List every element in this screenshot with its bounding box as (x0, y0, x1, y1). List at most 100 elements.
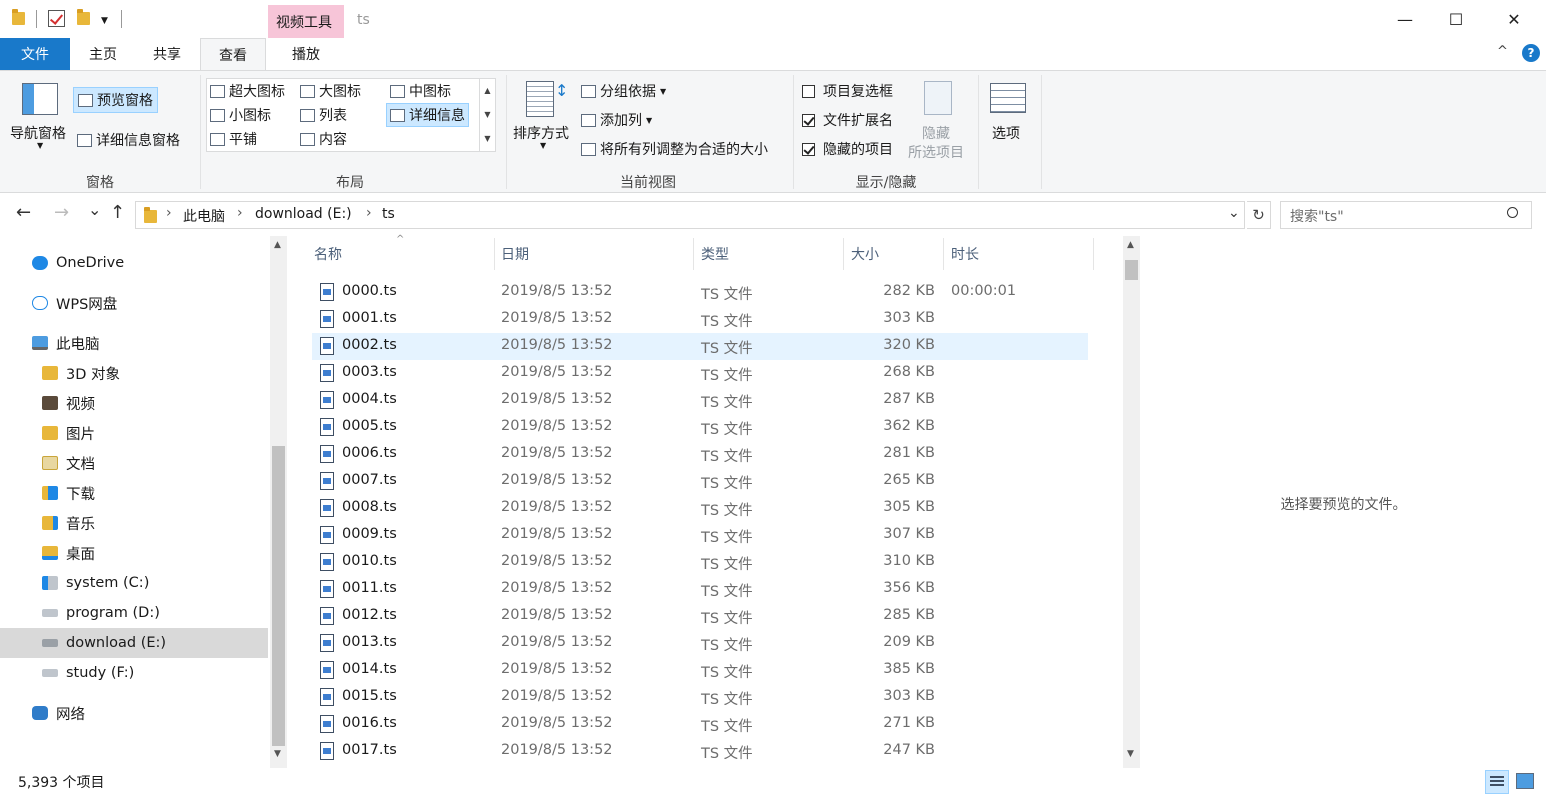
item-checkboxes-checkbox[interactable] (802, 84, 815, 98)
sidebar-scroll-thumb[interactable] (272, 446, 285, 746)
sidebar-item-network[interactable]: 网络 (32, 698, 85, 728)
column-separator[interactable] (1093, 238, 1094, 270)
column-separator[interactable] (494, 238, 495, 270)
sidebar-item-downloads[interactable]: 下载 (42, 478, 95, 508)
breadcrumb-ts[interactable]: ts (382, 206, 395, 222)
file-extensions-toggle[interactable]: 文件扩展名 (802, 110, 893, 130)
properties-icon[interactable] (48, 10, 65, 27)
forward-button[interactable]: → (54, 202, 69, 223)
hidden-items-checkbox[interactable] (802, 142, 815, 156)
sidebar-item-program-d[interactable]: program (D:) (42, 598, 160, 628)
scroll-up-icon[interactable]: ▲ (274, 240, 281, 250)
item-checkboxes-toggle[interactable]: 项目复选框 (802, 81, 893, 101)
up-button[interactable]: ↑ (110, 202, 125, 223)
address-dropdown-icon[interactable]: ⌄ (1228, 205, 1240, 221)
breadcrumb-this-pc[interactable]: 此电脑 (183, 206, 225, 226)
sidebar-item-download-e[interactable]: download (E:) (0, 628, 268, 658)
details-option[interactable]: 详细信息 (386, 103, 469, 127)
column-separator[interactable] (693, 238, 694, 270)
search-box[interactable]: 搜索"ts" (1280, 201, 1532, 229)
large-icons-option[interactable]: 大图标 (300, 81, 361, 101)
close-button[interactable]: ✕ (1489, 0, 1539, 38)
column-header-name[interactable]: 名称 (314, 236, 494, 272)
sidebar-item-onedrive[interactable]: OneDrive (32, 248, 124, 278)
sidebar-item-videos[interactable]: 视频 (42, 388, 95, 418)
preview-pane-button[interactable]: 预览窗格 (73, 87, 158, 113)
gallery-scroll[interactable]: ▲ ▼ ▼ (479, 79, 495, 151)
table-row[interactable]: 0011.ts 2019/8/5 13:52 TS 文件 356 KB (312, 576, 1088, 603)
table-row[interactable]: 0007.ts 2019/8/5 13:52 TS 文件 265 KB (312, 468, 1088, 495)
details-view-button[interactable] (1485, 770, 1509, 794)
column-header-type[interactable]: 类型 (701, 236, 841, 272)
sidebar-scrollbar[interactable]: ▲ ▼ (270, 236, 287, 768)
table-row[interactable]: 0016.ts 2019/8/5 13:52 TS 文件 271 KB (312, 711, 1088, 738)
tab-file[interactable]: 文件 (0, 38, 70, 70)
details-pane-button[interactable]: 详细信息窗格 (77, 130, 180, 150)
sidebar-item-this-pc[interactable]: 此电脑 (32, 328, 100, 358)
scroll-down-icon[interactable]: ▼ (274, 749, 281, 759)
sidebar-item-documents[interactable]: 文档 (42, 448, 95, 478)
table-row[interactable]: 0017.ts 2019/8/5 13:52 TS 文件 247 KB (312, 738, 1088, 765)
sidebar-item-music[interactable]: 音乐 (42, 508, 95, 538)
table-row[interactable]: 0010.ts 2019/8/5 13:52 TS 文件 310 KB (312, 549, 1088, 576)
file-extensions-checkbox[interactable] (802, 113, 815, 127)
tab-view[interactable]: 查看 (200, 38, 266, 71)
table-row[interactable]: 0003.ts 2019/8/5 13:52 TS 文件 268 KB (312, 360, 1088, 387)
scroll-up-icon[interactable]: ▲ (1127, 240, 1134, 250)
options-button[interactable]: 选项 (984, 77, 1036, 165)
fit-columns-button[interactable]: 将所有列调整为合适的大小 (581, 139, 768, 159)
file-list-scroll-thumb[interactable] (1125, 260, 1138, 280)
content-option[interactable]: 内容 (300, 129, 347, 149)
large-icons-view-icon[interactable] (1516, 773, 1534, 789)
table-row[interactable]: 0014.ts 2019/8/5 13:52 TS 文件 385 KB (312, 657, 1088, 684)
maximize-button[interactable]: ☐ (1431, 0, 1481, 38)
table-row[interactable]: 0012.ts 2019/8/5 13:52 TS 文件 285 KB (312, 603, 1088, 630)
table-row[interactable]: 0008.ts 2019/8/5 13:52 TS 文件 305 KB (312, 495, 1088, 522)
column-separator[interactable] (843, 238, 844, 270)
group-by-button[interactable]: 分组依据 ▼ (581, 81, 666, 101)
search-input[interactable]: 搜索"ts" (1290, 206, 1344, 226)
tab-share[interactable]: 共享 (140, 38, 194, 70)
table-row[interactable]: 0000.ts 2019/8/5 13:52 TS 文件 282 KB 00:00:01 (312, 279, 1088, 306)
table-row[interactable]: 0013.ts 2019/8/5 13:52 TS 文件 209 KB (312, 630, 1088, 657)
hide-selected-button[interactable]: 隐藏 所选项目 (906, 77, 972, 165)
file-list-scrollbar[interactable]: ▲ ▼ (1123, 236, 1140, 768)
table-row[interactable]: 0001.ts 2019/8/5 13:52 TS 文件 303 KB (312, 306, 1088, 333)
new-folder-icon[interactable] (77, 9, 90, 25)
folder-icon[interactable] (12, 9, 25, 25)
refresh-button[interactable]: ↻ (1247, 201, 1271, 229)
nav-pane-button[interactable]: 导航窗格 ▼ (8, 77, 74, 165)
recent-locations-button[interactable]: ⌄ (88, 200, 101, 219)
back-button[interactable]: ← (16, 202, 31, 223)
column-header-size[interactable]: 大小 (851, 236, 941, 272)
table-row[interactable]: 0015.ts 2019/8/5 13:52 TS 文件 303 KB (312, 684, 1088, 711)
list-option[interactable]: 列表 (300, 105, 347, 125)
table-row[interactable]: 0005.ts 2019/8/5 13:52 TS 文件 362 KB (312, 414, 1088, 441)
table-row[interactable]: 0009.ts 2019/8/5 13:52 TS 文件 307 KB (312, 522, 1088, 549)
small-icons-option[interactable]: 小图标 (210, 105, 271, 125)
sort-by-button[interactable]: ↕ 排序方式 ▼ (511, 77, 575, 165)
tab-home[interactable]: 主页 (76, 38, 130, 70)
table-row[interactable]: 0004.ts 2019/8/5 13:52 TS 文件 287 KB (312, 387, 1088, 414)
add-columns-button[interactable]: 添加列 ▼ (581, 110, 652, 130)
scroll-down-icon[interactable]: ▼ (1127, 749, 1134, 759)
sidebar-item-study-f[interactable]: study (F:) (42, 658, 134, 688)
table-row[interactable]: 0002.ts 2019/8/5 13:52 TS 文件 320 KB (312, 333, 1088, 360)
tiles-option[interactable]: 平铺 (210, 129, 257, 149)
sidebar-item-system-c[interactable]: system (C:) (42, 568, 149, 598)
collapse-ribbon-icon[interactable]: ^ (1497, 44, 1508, 59)
breadcrumb-download-drive[interactable]: download (E:) (255, 206, 352, 222)
sidebar-item-3d-objects[interactable]: 3D 对象 (42, 358, 120, 388)
sidebar-item-desktop[interactable]: 桌面 (42, 538, 95, 568)
hidden-items-toggle[interactable]: 隐藏的项目 (802, 139, 893, 159)
sidebar-item-pictures[interactable]: 图片 (42, 418, 95, 448)
qat-dropdown-icon[interactable]: ▼ (101, 16, 108, 26)
search-icon[interactable] (1507, 207, 1518, 218)
medium-icons-option[interactable]: 中图标 (390, 81, 451, 101)
table-row[interactable]: 0006.ts 2019/8/5 13:52 TS 文件 281 KB (312, 441, 1088, 468)
minimize-button[interactable]: — (1380, 0, 1430, 38)
column-header-date[interactable]: 日期 (501, 236, 691, 272)
tab-play[interactable]: 播放 (268, 38, 344, 70)
help-icon[interactable]: ? (1522, 44, 1540, 62)
column-separator[interactable] (943, 238, 944, 270)
